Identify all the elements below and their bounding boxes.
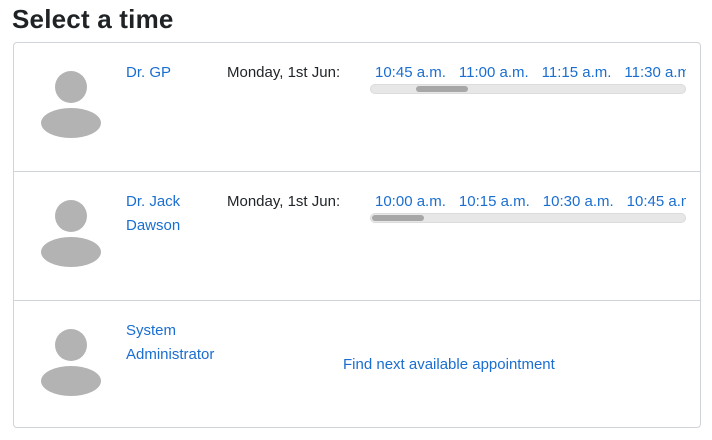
user-avatar-icon xyxy=(41,200,101,267)
user-avatar-icon xyxy=(41,329,101,396)
time-slot-link[interactable]: 11:00 a.m. xyxy=(459,61,529,85)
horizontal-scrollbar[interactable] xyxy=(370,84,686,94)
doctor-name-link[interactable]: Dr. Jack Dawson xyxy=(126,190,230,238)
doctor-row: Dr. Jack Dawson Monday, 1st Jun: 10:00 a… xyxy=(14,172,700,301)
time-slot-link[interactable]: 10:00 a.m. xyxy=(375,190,446,214)
time-slot-link[interactable]: 10:45 a.m. xyxy=(627,190,686,214)
doctor-name-link[interactable]: System Administrator xyxy=(126,319,230,367)
scrollbar-thumb[interactable] xyxy=(372,215,424,221)
find-next-appointment-link[interactable]: Find next available appointment xyxy=(343,353,555,377)
time-slot-link[interactable]: 10:30 a.m. xyxy=(543,190,614,214)
doctor-name-link[interactable]: Dr. GP xyxy=(126,61,230,85)
time-slot-link[interactable]: 10:15 a.m. xyxy=(459,190,530,214)
scrollbar-thumb[interactable] xyxy=(416,86,469,92)
doctor-row: Dr. GP Monday, 1st Jun: 10:45 a.m. 11:00… xyxy=(14,43,700,172)
page-title: Select a time xyxy=(12,4,174,34)
appointment-list: Dr. GP Monday, 1st Jun: 10:45 a.m. 11:00… xyxy=(13,42,701,428)
slot-date: Monday, 1st Jun: xyxy=(227,193,341,210)
doctor-row: System Administrator Find next available… xyxy=(14,301,700,427)
time-slot-link[interactable]: 11:30 a.m. xyxy=(624,61,686,85)
horizontal-scrollbar[interactable] xyxy=(370,213,686,223)
user-avatar-icon xyxy=(41,71,101,138)
time-slot-link[interactable]: 11:15 a.m. xyxy=(542,61,612,85)
time-slot-link[interactable]: 10:45 a.m. xyxy=(375,61,446,85)
slot-date: Monday, 1st Jun: xyxy=(227,64,341,81)
